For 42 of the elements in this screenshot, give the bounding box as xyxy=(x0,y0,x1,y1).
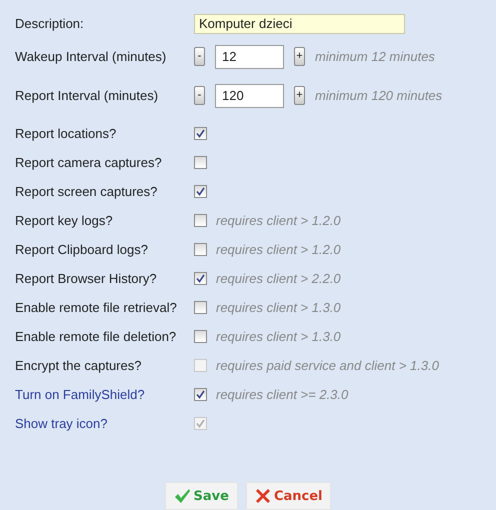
cross-icon xyxy=(254,488,271,504)
requirement-note: requires client >= 2.3.0 xyxy=(216,387,348,402)
checkbox[interactable] xyxy=(194,156,207,169)
option-label: Enable remote file retrieval? xyxy=(15,300,178,315)
option-label: Report key logs? xyxy=(15,213,114,228)
requirement-note: requires client > 1.3.0 xyxy=(216,300,341,315)
number-field[interactable]: 12 xyxy=(215,44,284,68)
requirement-note: requires client > 2.2.0 xyxy=(216,271,341,286)
requirement-note: requires client > 1.3.0 xyxy=(216,329,341,344)
option-label: Report screen captures? xyxy=(15,184,158,199)
requirement-note: requires client > 1.2.0 xyxy=(216,213,341,228)
number-field[interactable]: 120 xyxy=(215,84,284,108)
option-label: Report Clipboard logs? xyxy=(15,242,149,257)
checkmark-icon xyxy=(174,488,190,504)
increment-button[interactable]: + xyxy=(294,47,305,66)
option-label: Encrypt the captures? xyxy=(15,358,142,373)
field-label: Report Interval (minutes) xyxy=(15,88,160,103)
description-field[interactable]: Komputer dzieci xyxy=(194,14,405,34)
requirement-note: requires paid service and client > 1.3.0 xyxy=(216,358,439,373)
checkbox[interactable] xyxy=(194,330,207,343)
checkbox[interactable] xyxy=(194,127,207,140)
checkbox[interactable] xyxy=(194,301,207,314)
option-label: Turn on FamilyShield? xyxy=(15,387,146,402)
checkbox[interactable] xyxy=(194,272,207,285)
field-label: Wakeup Interval (minutes) xyxy=(15,49,168,64)
requirement-note: requires client > 1.2.0 xyxy=(216,242,341,257)
checkbox[interactable] xyxy=(194,185,207,198)
increment-button[interactable]: + xyxy=(294,86,305,105)
checkbox[interactable] xyxy=(194,243,207,256)
decrement-button[interactable]: - xyxy=(194,86,205,105)
option-label: Report camera captures? xyxy=(15,155,163,170)
option-label: Report locations? xyxy=(15,126,118,141)
option-label: Report Browser History? xyxy=(15,271,158,286)
cancel-button[interactable]: Cancel xyxy=(246,482,332,510)
checkbox[interactable] xyxy=(194,388,207,401)
hint-text: minimum 12 minutes xyxy=(315,49,435,64)
option-label: Enable remote file deletion? xyxy=(15,329,178,344)
hint-text: minimum 120 minutes xyxy=(315,88,442,103)
decrement-button[interactable]: - xyxy=(194,47,205,66)
checkbox[interactable] xyxy=(194,214,207,227)
option-label: Show tray icon? xyxy=(15,416,108,431)
field-label: Description: xyxy=(15,16,85,31)
